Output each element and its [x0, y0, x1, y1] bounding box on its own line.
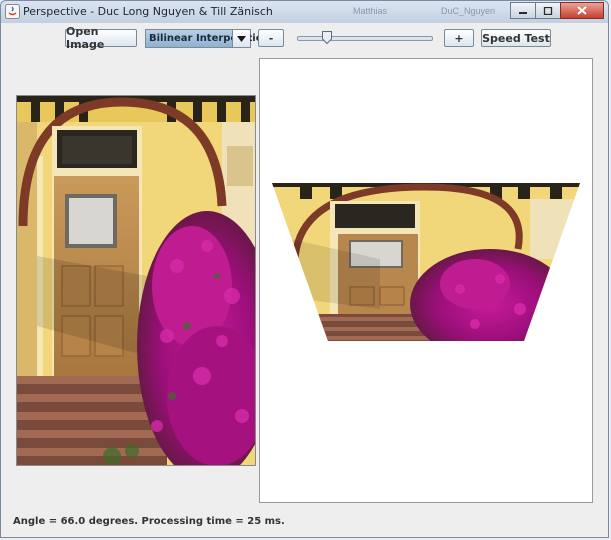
close-icon: [577, 6, 587, 15]
window-controls: [510, 2, 604, 19]
decrease-angle-button[interactable]: -: [258, 29, 284, 47]
maximize-icon: [543, 6, 553, 15]
angle-slider[interactable]: [297, 31, 433, 45]
slider-thumb[interactable]: [322, 31, 332, 44]
background-folder-label: Matthias: [353, 6, 388, 16]
chevron-down-icon: [237, 35, 246, 42]
transformed-photo: [272, 183, 580, 341]
source-photo: [17, 96, 255, 465]
speed-test-button[interactable]: Speed Test: [481, 29, 551, 47]
maximize-button[interactable]: [535, 2, 561, 19]
dropdown-arrow-button[interactable]: [232, 30, 250, 47]
title-bar[interactable]: Perspective - Duc Long Nguyen & Till Zän…: [1, 1, 608, 23]
interpolation-select[interactable]: Bilinear Interpolation: [145, 29, 270, 48]
source-image: [16, 95, 256, 466]
status-text: Angle = 66.0 degrees. Processing time = …: [13, 516, 285, 527]
java-app-icon: [5, 4, 20, 19]
window-title: Perspective - Duc Long Nguyen & Till Zän…: [23, 5, 273, 18]
close-button[interactable]: [560, 2, 604, 19]
open-image-button[interactable]: Open Image: [65, 25, 137, 51]
result-canvas: [259, 58, 593, 503]
app-window: Perspective - Duc Long Nguyen & Till Zän…: [0, 0, 609, 538]
minimize-icon: [519, 11, 527, 14]
minimize-button[interactable]: [510, 2, 536, 19]
slider-track[interactable]: [297, 36, 433, 41]
background-folder-label: DuC_Nguyen: [441, 6, 496, 16]
increase-angle-button[interactable]: +: [444, 29, 474, 47]
interpolation-selected-value: Bilinear Interpolation: [149, 33, 270, 44]
main-panel: Open Image Bilinear Interpolation - + Sp…: [7, 23, 604, 533]
